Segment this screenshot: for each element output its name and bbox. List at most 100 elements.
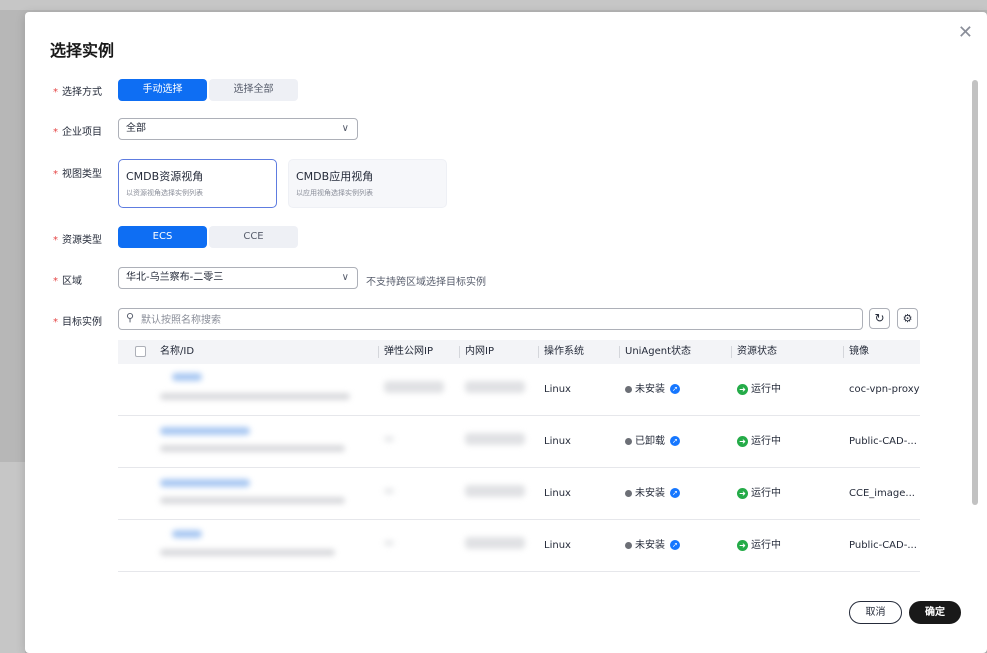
background-panel <box>0 462 25 653</box>
card-title: CMDB资源视角 <box>126 170 204 183</box>
search-input[interactable] <box>139 310 843 330</box>
dialog-scrollbar[interactable] <box>972 80 978 505</box>
column-header: 镜像 <box>843 340 869 364</box>
column-header: 弹性公网IP <box>378 340 433 364</box>
cmdb-app-view-card[interactable]: CMDB应用视角 以应用视角选择实例列表 <box>288 159 447 208</box>
status-dot <box>625 541 632 549</box>
redacted-public-ip <box>384 381 444 393</box>
required-mark: * <box>53 276 58 287</box>
column-divider <box>378 346 379 358</box>
redacted-private-ip <box>465 381 525 393</box>
column-header: 操作系统 <box>538 340 584 364</box>
table-header: 名称/ID 弹性公网IP 内网IP 操作系统 UniAgent状态 资源状态 镜… <box>118 340 920 364</box>
redacted-public-ip <box>384 540 394 546</box>
refresh-button[interactable]: ↻ <box>869 308 890 329</box>
target-instance-label: * 目标实例 <box>53 317 102 328</box>
card-title: CMDB应用视角 <box>296 170 374 183</box>
os-cell: Linux <box>544 488 571 499</box>
column-header: UniAgent状态 <box>619 340 691 364</box>
required-mark: * <box>53 317 58 328</box>
running-icon: ➜ <box>737 383 748 395</box>
column-divider <box>459 346 460 358</box>
agent-install-icon[interactable]: ➚ <box>670 540 680 550</box>
chevron-down-icon: ∨ <box>341 272 349 283</box>
agent-install-icon[interactable]: ➚ <box>670 436 680 446</box>
region-select[interactable]: 华北-乌兰察布-二零三 ∨ <box>118 267 358 289</box>
dialog-title: 选择实例 <box>50 41 115 60</box>
agent-install-icon[interactable]: ➚ <box>670 384 680 394</box>
image-cell: coc-vpn-proxy <box>849 384 920 395</box>
select-mode-label: * 选择方式 <box>53 87 102 98</box>
agent-status-cell: 已卸载 ➚ <box>625 416 680 467</box>
redacted-id <box>160 393 350 400</box>
region-hint: 不支持跨区域选择目标实例 <box>366 277 486 288</box>
enterprise-project-label: * 企业项目 <box>53 127 102 138</box>
redacted-private-ip <box>465 537 525 549</box>
close-icon[interactable]: ✕ <box>958 24 973 42</box>
redacted-id <box>160 549 335 556</box>
select-all-button[interactable]: 选择全部 <box>209 79 298 101</box>
redacted-name <box>160 427 250 435</box>
ecs-button[interactable]: ECS <box>118 226 207 248</box>
column-header: 名称/ID <box>160 346 195 357</box>
required-mark: * <box>53 169 58 180</box>
running-icon: ➜ <box>737 539 748 551</box>
column-header: 资源状态 <box>731 340 777 364</box>
cce-button[interactable]: CCE <box>209 226 298 248</box>
redacted-id <box>160 445 345 452</box>
resource-status-cell: ➜ 运行中 <box>737 520 781 571</box>
column-divider <box>619 346 620 358</box>
os-cell: Linux <box>544 436 571 447</box>
redacted-id <box>160 497 345 504</box>
column-header: 内网IP <box>459 340 494 364</box>
enterprise-project-select[interactable]: 全部 ∨ <box>118 118 358 140</box>
search-icon: ⚲ <box>126 311 135 324</box>
image-cell: Public-CAD-... <box>849 436 917 447</box>
required-mark: * <box>53 127 58 138</box>
card-description: 以应用视角选择实例列表 <box>296 189 373 197</box>
settings-gear-icon[interactable]: ⚙ <box>897 308 918 329</box>
redacted-private-ip <box>465 433 525 445</box>
status-dot <box>625 489 632 497</box>
required-mark: * <box>53 87 58 98</box>
status-dot <box>625 437 632 445</box>
view-type-label: * 视图类型 <box>53 169 102 180</box>
os-cell: Linux <box>544 384 571 395</box>
os-cell: Linux <box>544 540 571 551</box>
instance-search-box[interactable]: ⚲ <box>118 308 863 330</box>
redacted-name <box>172 530 202 538</box>
resource-status-cell: ➜ 运行中 <box>737 364 781 415</box>
running-icon: ➜ <box>737 487 748 499</box>
redacted-public-ip <box>384 488 394 494</box>
table-row[interactable]: Linux 未安装 ➚ ➜ 运行中 CCE_image... <box>118 468 920 520</box>
redacted-private-ip <box>465 485 525 497</box>
redacted-public-ip <box>384 436 394 442</box>
cancel-button[interactable]: 取消 <box>849 601 902 624</box>
agent-install-icon[interactable]: ➚ <box>670 488 680 498</box>
select-all-checkbox[interactable] <box>135 346 146 357</box>
table-row[interactable]: Linux 未安装 ➚ ➜ 运行中 coc-vpn-proxy <box>118 364 920 416</box>
redacted-name <box>160 479 250 487</box>
image-cell: CCE_image... <box>849 488 915 499</box>
confirm-button[interactable]: 确定 <box>909 601 961 624</box>
cmdb-resource-view-card[interactable]: CMDB资源视角 以资源视角选择实例列表 <box>118 159 277 208</box>
chevron-down-icon: ∨ <box>341 123 349 134</box>
status-dot <box>625 385 632 393</box>
running-icon: ➜ <box>737 435 748 447</box>
manual-select-button[interactable]: 手动选择 <box>118 79 207 101</box>
column-divider <box>731 346 732 358</box>
table-row[interactable]: Linux 未安装 ➚ ➜ 运行中 Public-CAD-... <box>118 520 920 572</box>
resource-type-label: * 资源类型 <box>53 235 102 246</box>
agent-status-cell: 未安装 ➚ <box>625 364 680 415</box>
enterprise-project-value: 全部 <box>126 123 146 134</box>
agent-status-cell: 未安装 ➚ <box>625 520 680 571</box>
select-instance-dialog: ✕ 选择实例 * 选择方式 手动选择 选择全部 * 企业项目 全部 ∨ * 视图类型 … <box>25 12 987 653</box>
agent-status-cell: 未安装 ➚ <box>625 468 680 519</box>
required-mark: * <box>53 235 58 246</box>
background-panel <box>0 0 987 10</box>
column-divider <box>538 346 539 358</box>
region-value: 华北-乌兰察布-二零三 <box>126 272 224 283</box>
instance-table: 名称/ID 弹性公网IP 内网IP 操作系统 UniAgent状态 资源状态 镜… <box>118 340 920 572</box>
image-cell: Public-CAD-... <box>849 540 917 551</box>
table-row[interactable]: Linux 已卸载 ➚ ➜ 运行中 Public-CAD-... <box>118 416 920 468</box>
